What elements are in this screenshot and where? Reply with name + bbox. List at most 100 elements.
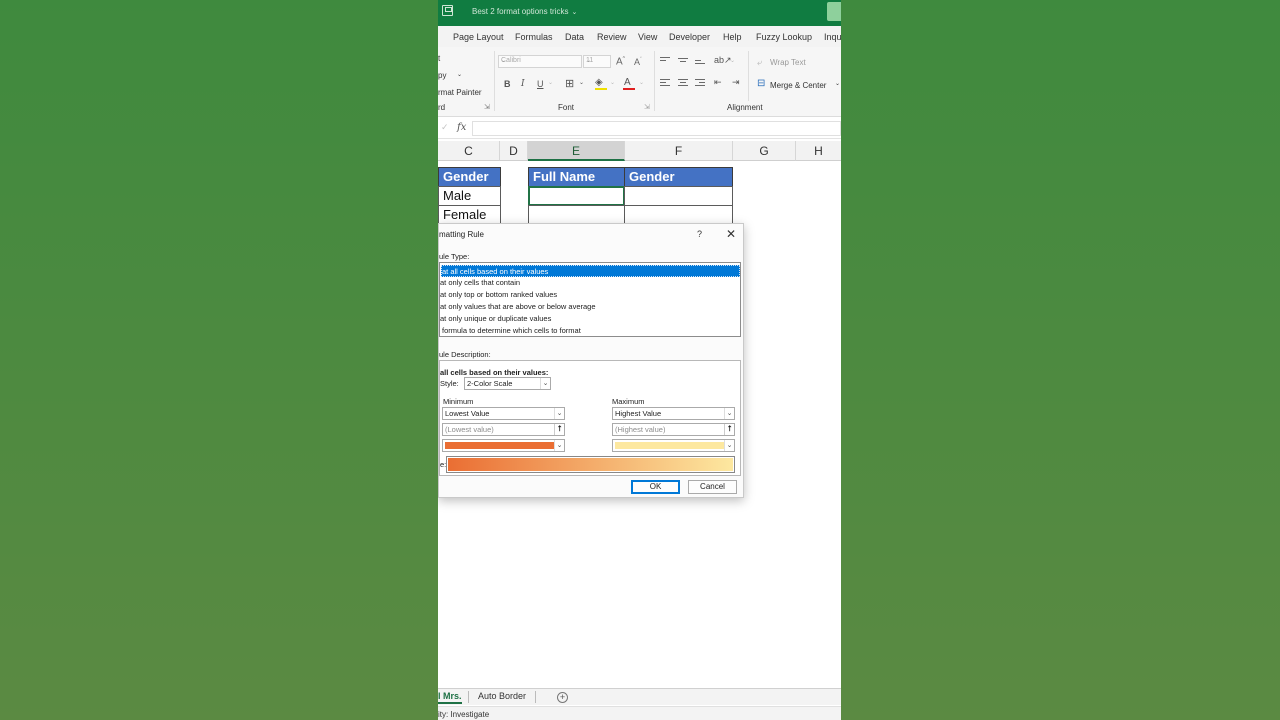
cell-f-header[interactable]: Gender xyxy=(624,167,733,187)
fx-icon[interactable]: fx xyxy=(457,122,466,133)
align-left-icon[interactable] xyxy=(660,79,670,87)
save-icon[interactable] xyxy=(442,5,453,16)
accessibility-status[interactable]: ity: Investigate xyxy=(438,710,489,719)
format-painter-button[interactable]: rmat Painter xyxy=(438,88,482,97)
sheet-tab-active[interactable]: l Mrs. xyxy=(438,691,462,704)
increase-indent-icon[interactable]: ⇥ xyxy=(732,77,740,88)
cell-f-row[interactable] xyxy=(624,205,733,225)
column-header-h[interactable]: H xyxy=(796,141,841,161)
tab-page-layout[interactable]: Page Layout xyxy=(453,32,504,42)
dialog-title: matting Rule xyxy=(439,230,484,239)
minimum-label: Minimum xyxy=(443,397,474,406)
merge-center-button[interactable]: Merge & Center xyxy=(770,81,826,90)
align-right-icon[interactable] xyxy=(695,79,705,87)
column-header-g[interactable]: G xyxy=(733,141,796,161)
cut-button[interactable]: t xyxy=(438,54,440,63)
cell-c-female[interactable]: Female xyxy=(438,205,501,225)
rule-type-label: ule Type: xyxy=(439,252,470,261)
chevron-down-icon: ⌄ xyxy=(724,408,734,419)
maximum-value-input[interactable]: (Highest value) ⭡ xyxy=(612,423,735,436)
italic-button[interactable]: I xyxy=(521,79,525,89)
merge-center-dropdown-icon[interactable]: ⌄ xyxy=(835,80,840,87)
column-header-c[interactable]: C xyxy=(438,141,500,161)
increase-font-size-icon[interactable]: A^ xyxy=(616,56,625,67)
title-bar: Best 2 format options tricks ⌄ xyxy=(438,0,841,26)
wrap-text-button[interactable]: Wrap Text xyxy=(770,58,806,67)
cell-c-male[interactable]: Male xyxy=(438,186,501,206)
formula-bar: ✓ fx xyxy=(438,119,841,139)
bold-button[interactable]: B xyxy=(504,79,511,89)
minimum-type-select[interactable]: Lowest Value ⌄ xyxy=(442,407,565,420)
align-bottom-icon[interactable] xyxy=(695,60,705,68)
column-header-d[interactable]: D xyxy=(500,141,528,161)
selected-cell[interactable] xyxy=(528,186,625,206)
formula-input[interactable] xyxy=(472,121,841,136)
cell-e-row[interactable] xyxy=(528,205,625,225)
orientation-dropdown-icon[interactable]: ⌄ xyxy=(730,57,735,64)
excel-window: Best 2 format options tricks ⌄ Page Layou… xyxy=(438,0,841,720)
document-title[interactable]: Best 2 format options tricks ⌄ xyxy=(472,7,577,16)
rule-type-item[interactable]: at only unique or duplicate values xyxy=(440,313,740,325)
column-header-e[interactable]: E xyxy=(528,141,625,161)
tab-review[interactable]: Review xyxy=(597,32,627,42)
copy-button[interactable]: py xyxy=(438,71,446,80)
borders-icon[interactable]: ⊞ xyxy=(565,77,574,90)
minimum-value-input[interactable]: (Lowest value) ⭡ xyxy=(442,423,565,436)
check-icon[interactable]: ✓ xyxy=(441,122,449,133)
rule-type-item[interactable]: formula to determine which cells to form… xyxy=(440,325,740,337)
maximum-color-select[interactable]: ⌄ xyxy=(612,439,735,452)
fill-color-swatch xyxy=(595,88,607,90)
merge-center-icon: ⊟ xyxy=(757,78,766,89)
minimum-color-select[interactable]: ⌄ xyxy=(442,439,565,452)
rule-type-item[interactable]: at only top or bottom ranked values xyxy=(440,289,740,301)
tab-data[interactable]: Data xyxy=(565,32,584,42)
dialog-launcher-icon[interactable]: ⇲ xyxy=(644,103,650,111)
help-icon[interactable]: ? xyxy=(697,229,702,239)
close-icon[interactable]: ✕ xyxy=(726,227,736,241)
rule-type-item[interactable]: at only cells that contain xyxy=(440,277,740,289)
maximum-type-select[interactable]: Highest Value ⌄ xyxy=(612,407,735,420)
cell-e-header[interactable]: Full Name xyxy=(528,167,625,187)
align-top-icon[interactable] xyxy=(660,57,670,65)
clipboard-group-label: rd xyxy=(438,103,446,112)
maximum-label: Maximum xyxy=(612,397,645,406)
cell-f-row[interactable] xyxy=(624,186,733,206)
chevron-down-icon: ⌄ xyxy=(501,58,507,64)
background-right xyxy=(841,0,1280,720)
orientation-icon[interactable]: ab↗ xyxy=(714,55,732,66)
decrease-indent-icon[interactable]: ⇤ xyxy=(714,77,722,88)
add-sheet-icon[interactable]: + xyxy=(557,692,568,703)
range-select-icon[interactable]: ⭡ xyxy=(724,424,734,435)
font-size-select[interactable]: 11 ⌄ xyxy=(583,55,611,68)
decrease-font-size-icon[interactable]: Aˇ xyxy=(634,57,642,67)
underline-button[interactable]: U xyxy=(537,79,544,89)
tab-formulas[interactable]: Formulas xyxy=(515,32,553,42)
borders-dropdown-icon[interactable]: ⌄ xyxy=(579,79,584,86)
maximum-color-swatch xyxy=(615,442,724,449)
underline-dropdown-icon[interactable]: ⌄ xyxy=(548,79,553,86)
tab-fuzzy-lookup[interactable]: Fuzzy Lookup xyxy=(756,32,812,42)
copy-dropdown-icon[interactable]: ⌄ xyxy=(457,71,462,78)
cancel-button[interactable]: Cancel xyxy=(688,480,737,494)
tab-view[interactable]: View xyxy=(638,32,657,42)
rule-type-item[interactable]: at all cells based on their values xyxy=(441,265,740,277)
font-color-icon[interactable]: A xyxy=(624,77,631,88)
tab-help[interactable]: Help xyxy=(723,32,742,42)
fill-color-dropdown-icon[interactable]: ⌄ xyxy=(610,79,615,86)
column-header-f[interactable]: F xyxy=(625,141,733,161)
align-middle-icon[interactable] xyxy=(678,58,688,66)
dialog-launcher-icon[interactable]: ⇲ xyxy=(484,103,490,111)
window-button[interactable] xyxy=(827,2,841,21)
ok-button[interactable]: OK xyxy=(631,480,680,494)
sheet-tab-auto-border[interactable]: Auto Border xyxy=(478,691,526,701)
cell-c-header[interactable]: Gender xyxy=(438,167,501,187)
fill-color-icon[interactable]: ◈ xyxy=(595,77,603,88)
font-name-select[interactable]: Calibri ⌄ xyxy=(498,55,582,68)
format-style-select[interactable]: 2-Color Scale ⌄ xyxy=(464,377,551,390)
rule-type-item[interactable]: at only values that are above or below a… xyxy=(440,301,740,313)
align-center-icon[interactable] xyxy=(678,79,688,87)
tab-developer[interactable]: Developer xyxy=(669,32,710,42)
range-select-icon[interactable]: ⭡ xyxy=(554,424,564,435)
tab-inquire[interactable]: Inqu xyxy=(824,32,841,42)
font-color-dropdown-icon[interactable]: ⌄ xyxy=(639,79,644,86)
